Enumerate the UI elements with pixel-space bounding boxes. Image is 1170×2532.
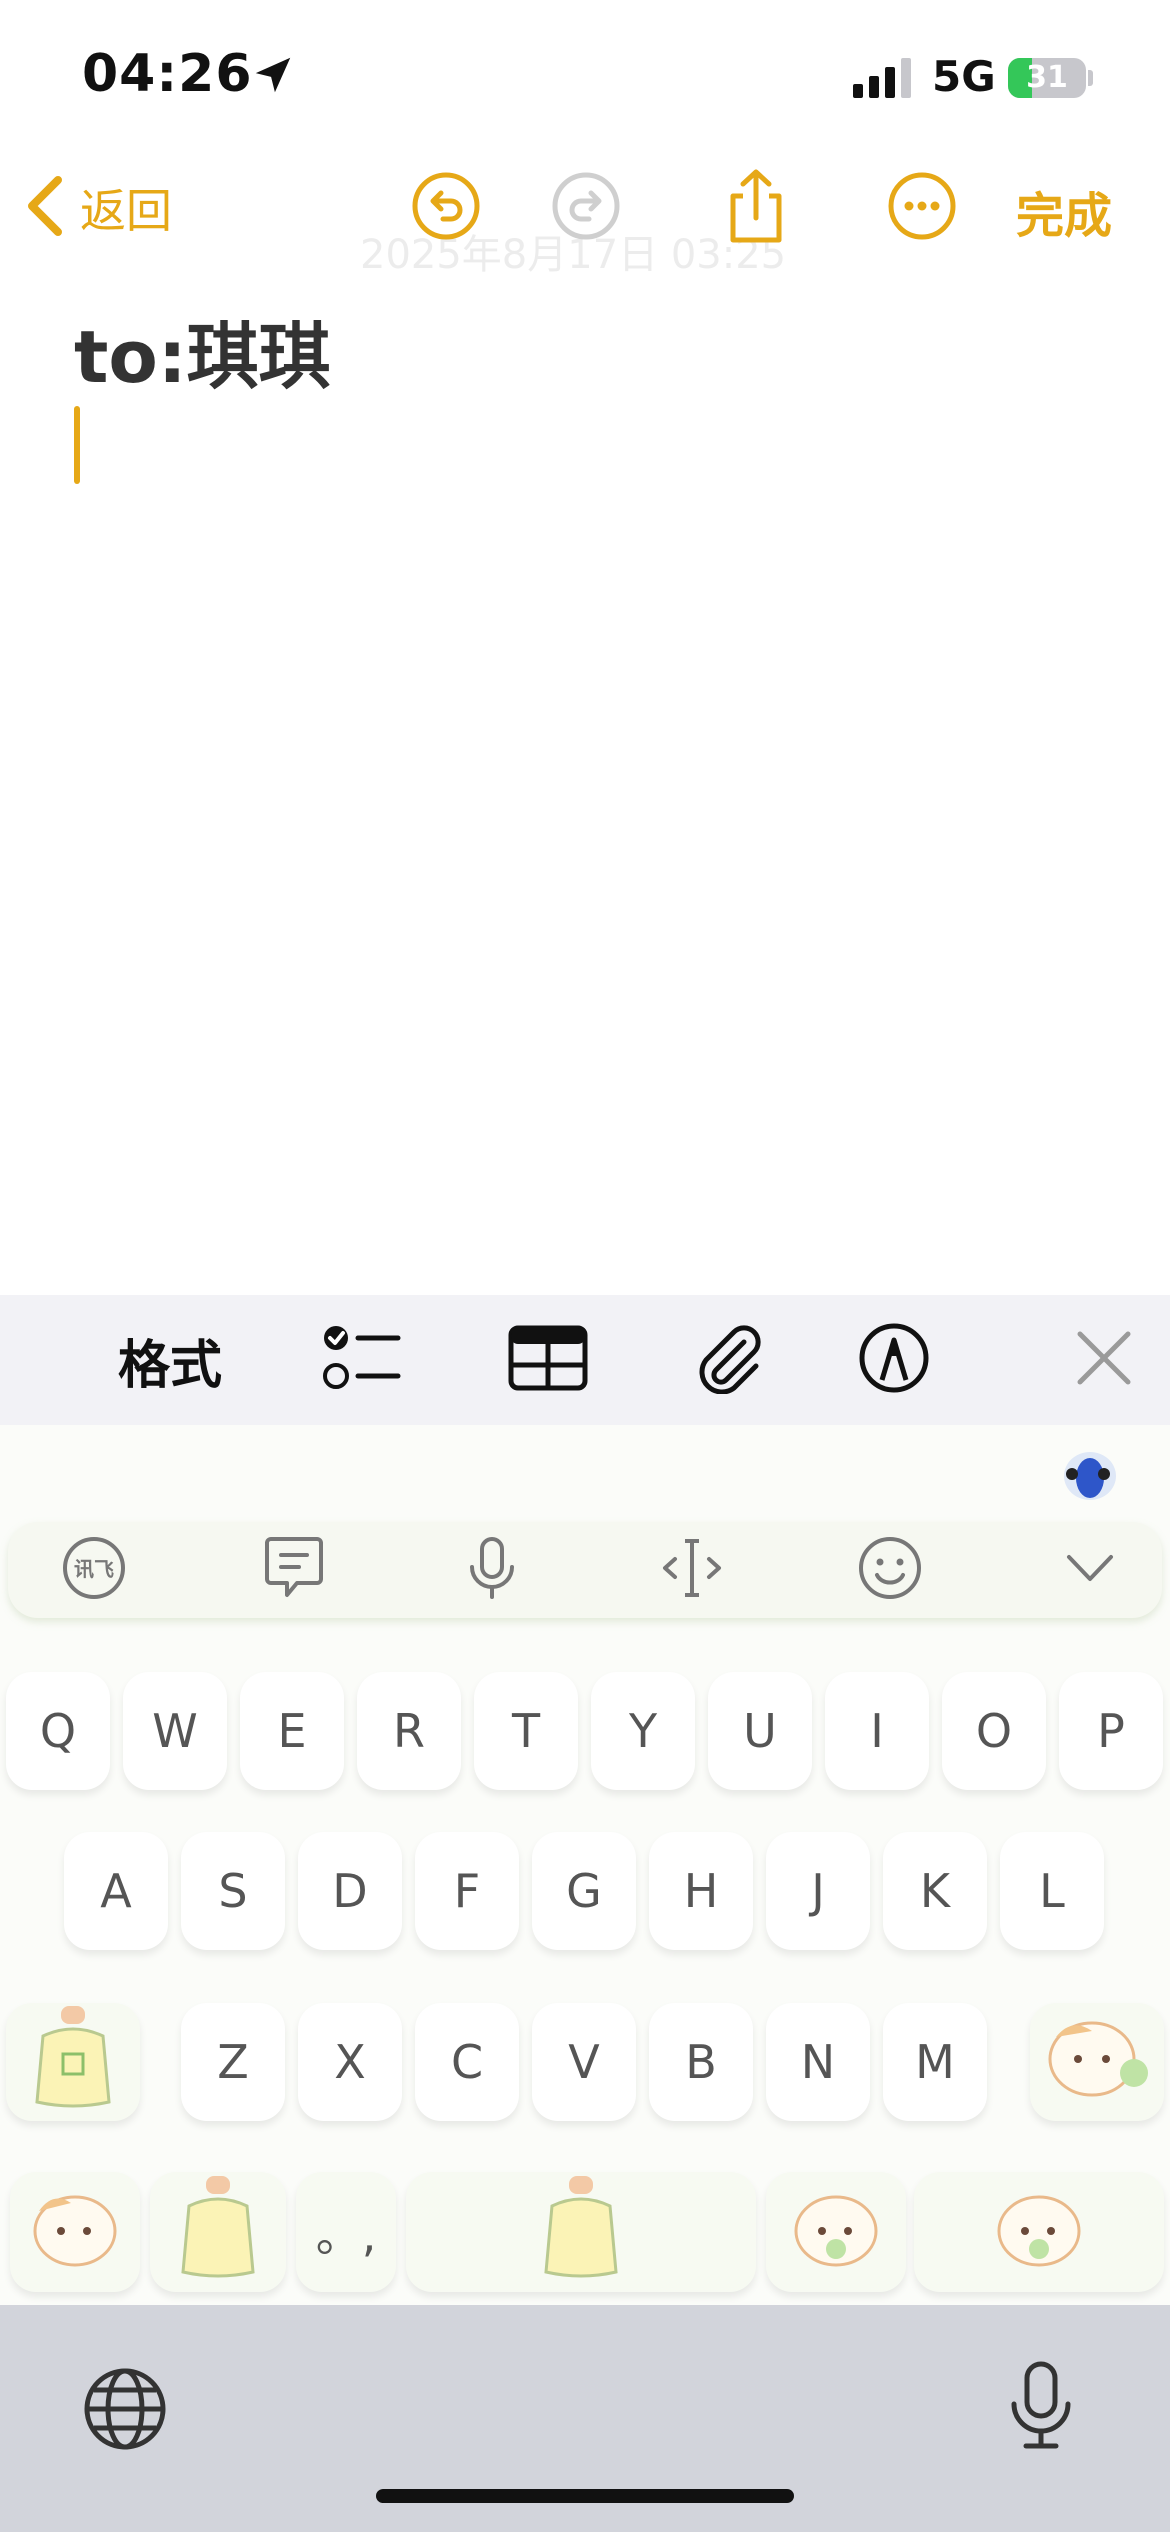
network-type-label: 5G [932, 52, 996, 101]
key-v[interactable]: V [532, 2003, 636, 2121]
redo-icon [551, 171, 621, 245]
back-label: 返回 [80, 184, 172, 238]
key-p[interactable]: P [1059, 1672, 1163, 1790]
text-message-button[interactable] [256, 1532, 332, 1608]
redo-button[interactable] [546, 168, 626, 248]
cursor-move-button[interactable] [654, 1532, 730, 1608]
attachment-button[interactable] [686, 1318, 770, 1402]
shiba-mascot-icon [989, 2177, 1089, 2288]
key-z[interactable]: Z [181, 2003, 285, 2121]
key-e[interactable]: E [240, 1672, 344, 1790]
voice-mic-icon [464, 1535, 520, 1605]
battery-percent: 31 [1026, 60, 1068, 95]
note-title[interactable]: to:琪琪 [74, 298, 331, 403]
globe-button[interactable] [82, 2366, 168, 2456]
key-r[interactable]: R [357, 1672, 461, 1790]
delete-key[interactable] [1030, 2003, 1164, 2121]
battery-tip [1088, 70, 1093, 86]
emoji-mode-key[interactable] [150, 2172, 286, 2292]
more-icon [887, 171, 957, 245]
key-b[interactable]: B [649, 2003, 753, 2121]
collapse-keyboard-button[interactable] [1052, 1532, 1128, 1608]
shiba-mascot-icon [786, 2177, 886, 2288]
key-u[interactable]: U [708, 1672, 812, 1790]
close-icon [1074, 1328, 1134, 1392]
lucky-bag-icon [173, 2172, 263, 2293]
key-q[interactable]: Q [6, 1672, 110, 1790]
cursor-move-icon [659, 1535, 725, 1605]
undo-icon [411, 171, 481, 245]
dictation-mic-icon [1006, 2361, 1076, 2456]
key-g[interactable]: G [532, 1832, 636, 1950]
close-toolbar-button[interactable] [1066, 1318, 1142, 1402]
format-label: 格式 [117, 1335, 222, 1396]
space-key[interactable] [406, 2172, 756, 2292]
key-f[interactable]: F [415, 1832, 519, 1950]
key-l[interactable]: L [1000, 1832, 1104, 1950]
key-d[interactable]: D [298, 1832, 402, 1950]
undo-button[interactable] [406, 168, 486, 248]
shiba-mascot-icon [1042, 2007, 1152, 2118]
done-button[interactable]: 完成 [1016, 176, 1112, 246]
text-cursor [74, 406, 80, 484]
key-k[interactable]: K [883, 1832, 987, 1950]
key-s[interactable]: S [181, 1832, 285, 1950]
share-icon [721, 168, 791, 248]
key-y[interactable]: Y [591, 1672, 695, 1790]
lucky-bag-icon [23, 2002, 123, 2123]
text-message-icon [263, 1535, 325, 1605]
key-h[interactable]: H [649, 1832, 753, 1950]
location-arrow-icon [250, 52, 296, 102]
key-t[interactable]: T [474, 1672, 578, 1790]
cellular-signal-icon [853, 58, 915, 102]
key-w[interactable]: W [123, 1672, 227, 1790]
xunfei-logo-icon: 讯飞 [61, 1535, 127, 1605]
collapse-chevron-icon [1065, 1551, 1115, 1589]
paperclip-icon [692, 1322, 764, 1398]
key-a[interactable]: A [64, 1832, 168, 1950]
home-indicator[interactable] [376, 2489, 794, 2503]
numbers-key[interactable] [10, 2172, 140, 2292]
return-key[interactable] [914, 2172, 1164, 2292]
back-button[interactable]: 返回 [22, 170, 172, 246]
dictation-button[interactable] [1006, 2360, 1076, 2456]
more-button[interactable] [882, 168, 962, 248]
keyboard-mascot-icon[interactable] [1060, 1446, 1120, 1508]
keyboard-toolbar [8, 1522, 1162, 1618]
xunfei-button[interactable]: 讯飞 [56, 1532, 132, 1608]
markup-button[interactable] [852, 1318, 936, 1402]
emoji-button[interactable] [852, 1532, 928, 1608]
emoji-icon [857, 1535, 923, 1605]
key-c[interactable]: C [415, 2003, 519, 2121]
svg-text:讯飞: 讯飞 [74, 1557, 114, 1581]
key-j[interactable]: J [766, 1832, 870, 1950]
key-n[interactable]: N [766, 2003, 870, 2121]
key-i[interactable]: I [825, 1672, 929, 1790]
punctuation-key[interactable]: 。, [296, 2172, 396, 2292]
key-m[interactable]: M [883, 2003, 987, 2121]
key-x[interactable]: X [298, 2003, 402, 2121]
shift-key[interactable] [6, 2003, 140, 2121]
format-button[interactable]: 格式 [100, 1318, 240, 1402]
checklist-button[interactable] [320, 1318, 404, 1402]
lucky-bag-icon [536, 2172, 626, 2293]
key-o[interactable]: O [942, 1672, 1046, 1790]
share-button[interactable] [716, 168, 796, 248]
table-icon [508, 1325, 588, 1395]
status-time: 04:26 [82, 44, 253, 104]
markup-pen-icon [858, 1322, 930, 1398]
mascot-key[interactable] [766, 2172, 906, 2292]
shiba-mascot-icon [25, 2177, 125, 2288]
checklist-icon [322, 1323, 402, 1397]
globe-icon [82, 2368, 168, 2456]
chevron-left-icon [22, 174, 66, 242]
battery-charging-icon: 31 [1008, 58, 1086, 98]
table-button[interactable] [506, 1318, 590, 1402]
voice-input-button[interactable] [454, 1532, 530, 1608]
